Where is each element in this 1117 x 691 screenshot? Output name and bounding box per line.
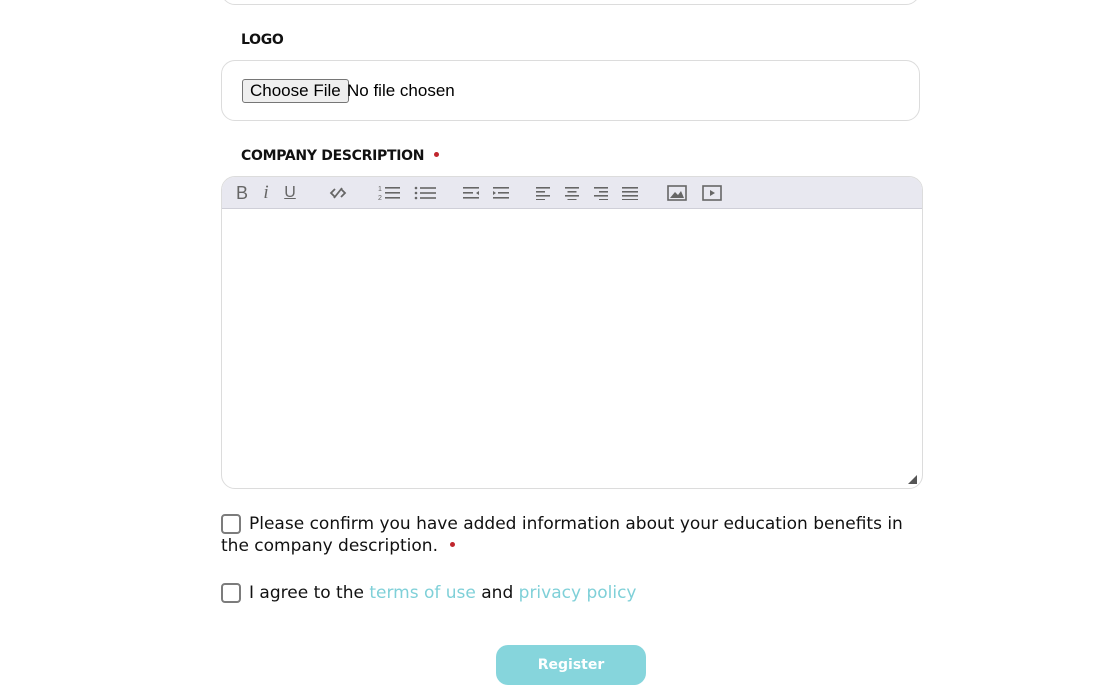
agree-terms-checkbox[interactable]: [221, 583, 241, 603]
privacy-policy-link[interactable]: privacy policy: [519, 583, 637, 603]
align-left-icon[interactable]: [535, 181, 551, 205]
logo-label-text: LOGO: [241, 32, 284, 48]
register-button[interactable]: Register: [496, 645, 646, 685]
logo-file-field: Choose File No file chosen: [221, 60, 920, 121]
editor-toolbar: B i U 12: [222, 177, 922, 209]
align-right-icon[interactable]: [593, 181, 609, 205]
outdent-icon[interactable]: [462, 181, 482, 205]
insert-image-icon[interactable]: [666, 181, 688, 205]
svg-text:2: 2: [378, 195, 382, 201]
italic-icon[interactable]: i: [260, 181, 272, 205]
underline-icon[interactable]: U: [283, 181, 297, 205]
previous-field-box[interactable]: [221, 0, 920, 5]
choose-file-button[interactable]: Choose File: [242, 79, 349, 103]
indent-icon[interactable]: [490, 181, 510, 205]
resize-handle[interactable]: [908, 475, 917, 484]
unlink-icon[interactable]: [327, 181, 349, 205]
confirm-education-text: Please confirm you have added informatio…: [221, 514, 903, 556]
agree-prefix-text: I agree to the: [249, 583, 370, 603]
bullet-list-icon[interactable]: [413, 181, 437, 205]
terms-of-use-link[interactable]: terms of use: [369, 583, 476, 603]
company-description-label-text: COMPANY DESCRIPTION: [241, 148, 425, 164]
rich-text-editor: B i U 12: [221, 176, 923, 489]
required-indicator: [449, 541, 455, 547]
editor-content-area[interactable]: [222, 209, 922, 488]
confirm-education-label: Please confirm you have added informatio…: [221, 513, 921, 557]
logo-label: LOGO: [241, 32, 284, 48]
bold-icon[interactable]: B: [234, 181, 250, 205]
agree-terms-label: I agree to the terms of use and privacy …: [249, 582, 637, 604]
ordered-list-icon[interactable]: 12: [377, 181, 401, 205]
align-center-icon[interactable]: [564, 181, 580, 205]
agree-middle-text: and: [475, 583, 519, 603]
align-justify-icon[interactable]: [621, 181, 639, 205]
company-description-label: COMPANY DESCRIPTION: [241, 148, 440, 164]
required-indicator: [434, 151, 440, 157]
insert-video-icon[interactable]: [701, 181, 723, 205]
file-status-text: No file chosen: [347, 81, 455, 100]
svg-text:1: 1: [378, 186, 382, 193]
